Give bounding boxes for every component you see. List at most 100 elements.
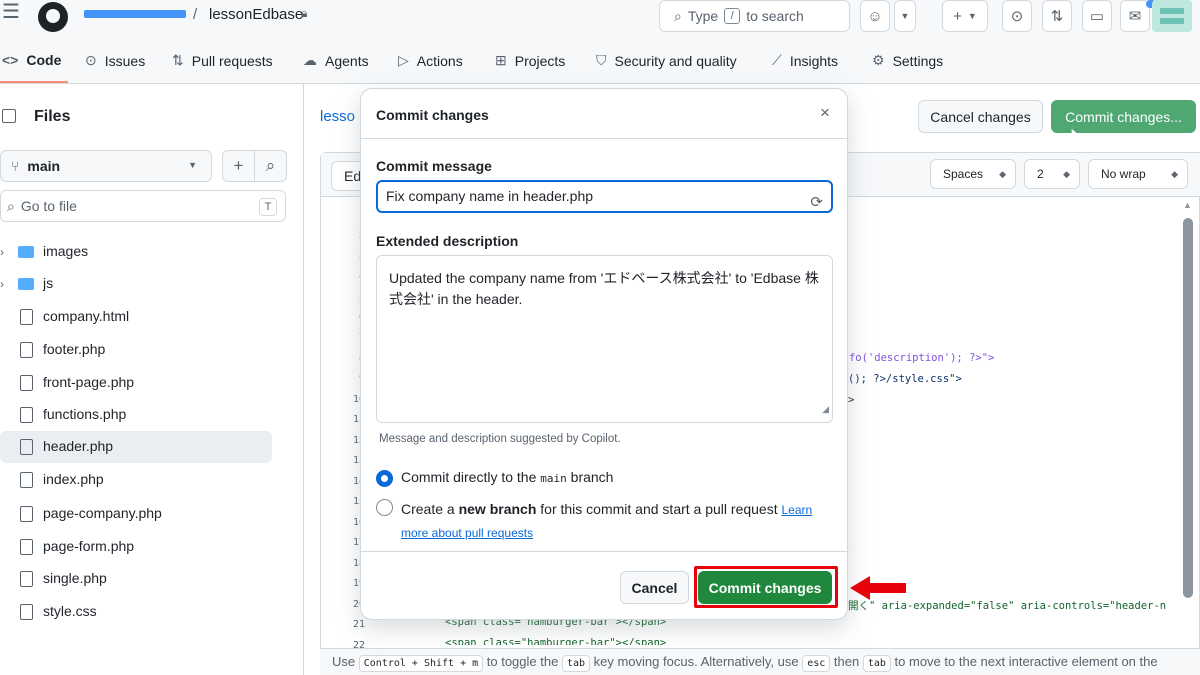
sidebar-collapse-icon[interactable] bbox=[2, 109, 16, 123]
tree-item-front-page-php[interactable]: front-page.php bbox=[0, 367, 272, 399]
hint-text: key moving focus. Alternatively, use bbox=[593, 654, 799, 669]
file-icon bbox=[20, 604, 33, 620]
line-number: 7 bbox=[321, 332, 365, 353]
tab-settings[interactable]: ⚙ Settings bbox=[872, 52, 943, 69]
line-number: 18 bbox=[352, 557, 365, 569]
editor-scrollbar[interactable] bbox=[1183, 218, 1193, 598]
regenerate-icon[interactable]: ⟳ bbox=[810, 188, 823, 217]
branch-icon: ⑂ bbox=[11, 158, 20, 174]
tree-item-footer-php[interactable]: footer.php bbox=[0, 334, 272, 366]
indent-size-select[interactable]: 2 ◆ bbox=[1024, 159, 1080, 189]
close-icon[interactable]: × bbox=[815, 103, 835, 123]
commit-directly-option[interactable]: Commit directly to the main branch bbox=[376, 469, 613, 487]
line-number: 14 bbox=[352, 475, 365, 487]
line-number: 21 bbox=[352, 619, 365, 630]
tree-item-js[interactable]: › js bbox=[0, 268, 272, 300]
extended-description-label: Extended description bbox=[376, 233, 519, 249]
branch-selector[interactable]: ⑂ main ▼ bbox=[0, 150, 212, 182]
tree-item-style-css[interactable]: style.css bbox=[0, 596, 272, 628]
radio-unselected[interactable] bbox=[376, 499, 393, 516]
commit-message-input[interactable]: Fix company name in header.php ⟳ bbox=[376, 180, 833, 213]
hint-text: Use bbox=[332, 654, 356, 669]
github-logo-icon[interactable] bbox=[38, 2, 68, 32]
file-icon bbox=[20, 571, 33, 587]
tree-item-index-php[interactable]: index.php bbox=[0, 464, 272, 496]
tab-projects[interactable]: ⊞ Projects bbox=[495, 52, 565, 69]
tree-item-header-php[interactable]: header.php bbox=[0, 431, 272, 463]
gear-icon: ⚙ bbox=[872, 52, 885, 68]
code-line-10[interactable]: > bbox=[848, 394, 854, 406]
wrap-mode-select[interactable]: No wrap ◆ bbox=[1088, 159, 1188, 189]
menu-icon[interactable]: ☰ bbox=[2, 2, 20, 22]
cancel-button[interactable]: Cancel bbox=[620, 571, 689, 604]
chevron-right-icon[interactable]: › bbox=[0, 245, 4, 259]
tree-item-images[interactable]: › images bbox=[0, 236, 272, 268]
code-line-8[interactable]: ginfo('description'); ?>"> bbox=[830, 352, 994, 364]
search-input[interactable]: ⌕ Type / to search bbox=[659, 0, 850, 32]
play-icon: ▷ bbox=[398, 52, 409, 68]
indent-mode-value: Spaces bbox=[943, 167, 984, 181]
search-placeholder-suffix: to search bbox=[746, 8, 804, 24]
search-files-button[interactable]: ⌕ bbox=[254, 150, 287, 182]
line-number: 8 bbox=[321, 353, 365, 374]
tab-projects-label: Projects bbox=[514, 52, 566, 69]
radio-text-bold: new branch bbox=[458, 501, 537, 517]
code-line-22[interactable]: <span class="hamburger-bar"></span> bbox=[445, 637, 666, 645]
global-header: ☰ / lessonEdbase 🔒︎ ⌕ Type / to search ☺… bbox=[0, 0, 1200, 36]
tab-code[interactable]: <> Code bbox=[2, 52, 61, 68]
copilot-menu-caret-icon[interactable]: ▼ bbox=[894, 0, 916, 32]
indent-mode-select[interactable]: Spaces ◆ bbox=[930, 159, 1016, 189]
repo-owner-redacted[interactable] bbox=[84, 10, 186, 18]
shield-icon: ⛉ bbox=[596, 52, 607, 68]
create-new-icon[interactable]: + ▼ bbox=[942, 0, 988, 32]
line-number: 5 bbox=[321, 291, 365, 312]
tree-item-company-html[interactable]: company.html bbox=[0, 301, 272, 333]
file-icon bbox=[20, 309, 33, 325]
repositories-icon[interactable]: ▭ bbox=[1082, 0, 1112, 32]
new-branch-option[interactable]: Create a new branch for this commit and … bbox=[376, 498, 836, 544]
tree-item-label: style.css bbox=[43, 603, 97, 619]
line-number: 15 bbox=[352, 496, 365, 507]
folder-icon bbox=[18, 246, 34, 258]
line-number: 17 bbox=[352, 537, 365, 548]
tree-item-single-php[interactable]: single.php bbox=[0, 563, 272, 595]
cancel-changes-button[interactable]: Cancel changes bbox=[918, 100, 1043, 133]
issues-icon[interactable]: ⊙ bbox=[1002, 0, 1032, 32]
copilot-icon[interactable]: ☺ bbox=[860, 0, 890, 32]
extended-description-textarea[interactable]: Updated the company name from 'エドベース株式会社… bbox=[376, 255, 833, 423]
tab-insights-label: Insights bbox=[789, 52, 839, 69]
tree-item-page-company-php[interactable]: page-company.php bbox=[0, 498, 272, 530]
scroll-up-icon[interactable]: ▲ bbox=[1183, 200, 1192, 210]
add-file-button[interactable]: + bbox=[222, 150, 255, 182]
tab-agents[interactable]: ☁ Agents bbox=[303, 52, 369, 69]
tree-item-functions-php[interactable]: functions.php bbox=[0, 399, 272, 431]
tab-pull-requests[interactable]: ⇅ Pull requests bbox=[172, 52, 273, 69]
tree-item-label: functions.php bbox=[43, 406, 127, 422]
file-icon bbox=[20, 472, 33, 488]
tree-item-label: footer.php bbox=[43, 341, 106, 357]
line-number: 16 bbox=[352, 516, 365, 528]
pull-requests-icon[interactable]: ⇅ bbox=[1042, 0, 1072, 32]
repo-name-link[interactable]: lessonEdbase bbox=[209, 6, 303, 23]
tab-security[interactable]: ⛉ Security and quality bbox=[596, 52, 737, 69]
tab-actions[interactable]: ▷ Actions bbox=[398, 52, 463, 69]
file-tree-sidebar: Files ⑂ main ▼ + ⌕ ⌕ Go to file T › imag… bbox=[0, 84, 304, 675]
code-line-9[interactable]: (); ?>/style.css"> bbox=[848, 373, 962, 385]
commit-message-value: Fix company name in header.php bbox=[386, 188, 594, 204]
resize-handle-icon[interactable]: ◢ bbox=[822, 399, 829, 420]
branch-name: main bbox=[540, 472, 567, 485]
go-to-file-input[interactable]: ⌕ Go to file T bbox=[0, 190, 286, 222]
chevron-right-icon[interactable]: › bbox=[0, 277, 4, 291]
chevron-down-icon: ▼ bbox=[188, 160, 197, 170]
tab-insights[interactable]: ⟋ Insights bbox=[772, 52, 838, 69]
breadcrumb[interactable]: lesso bbox=[320, 108, 355, 125]
line-number: 4 bbox=[321, 271, 365, 292]
tab-issues[interactable]: ⊙ Issues bbox=[85, 52, 145, 69]
avatar[interactable] bbox=[1152, 0, 1192, 32]
tree-item-page-form-php[interactable]: page-form.php bbox=[0, 531, 272, 563]
radio-selected[interactable] bbox=[376, 470, 393, 487]
line-number: 19 bbox=[352, 578, 365, 589]
table-icon: ⊞ bbox=[495, 52, 507, 68]
line-number: 1 bbox=[321, 209, 365, 230]
folder-icon bbox=[18, 278, 34, 290]
